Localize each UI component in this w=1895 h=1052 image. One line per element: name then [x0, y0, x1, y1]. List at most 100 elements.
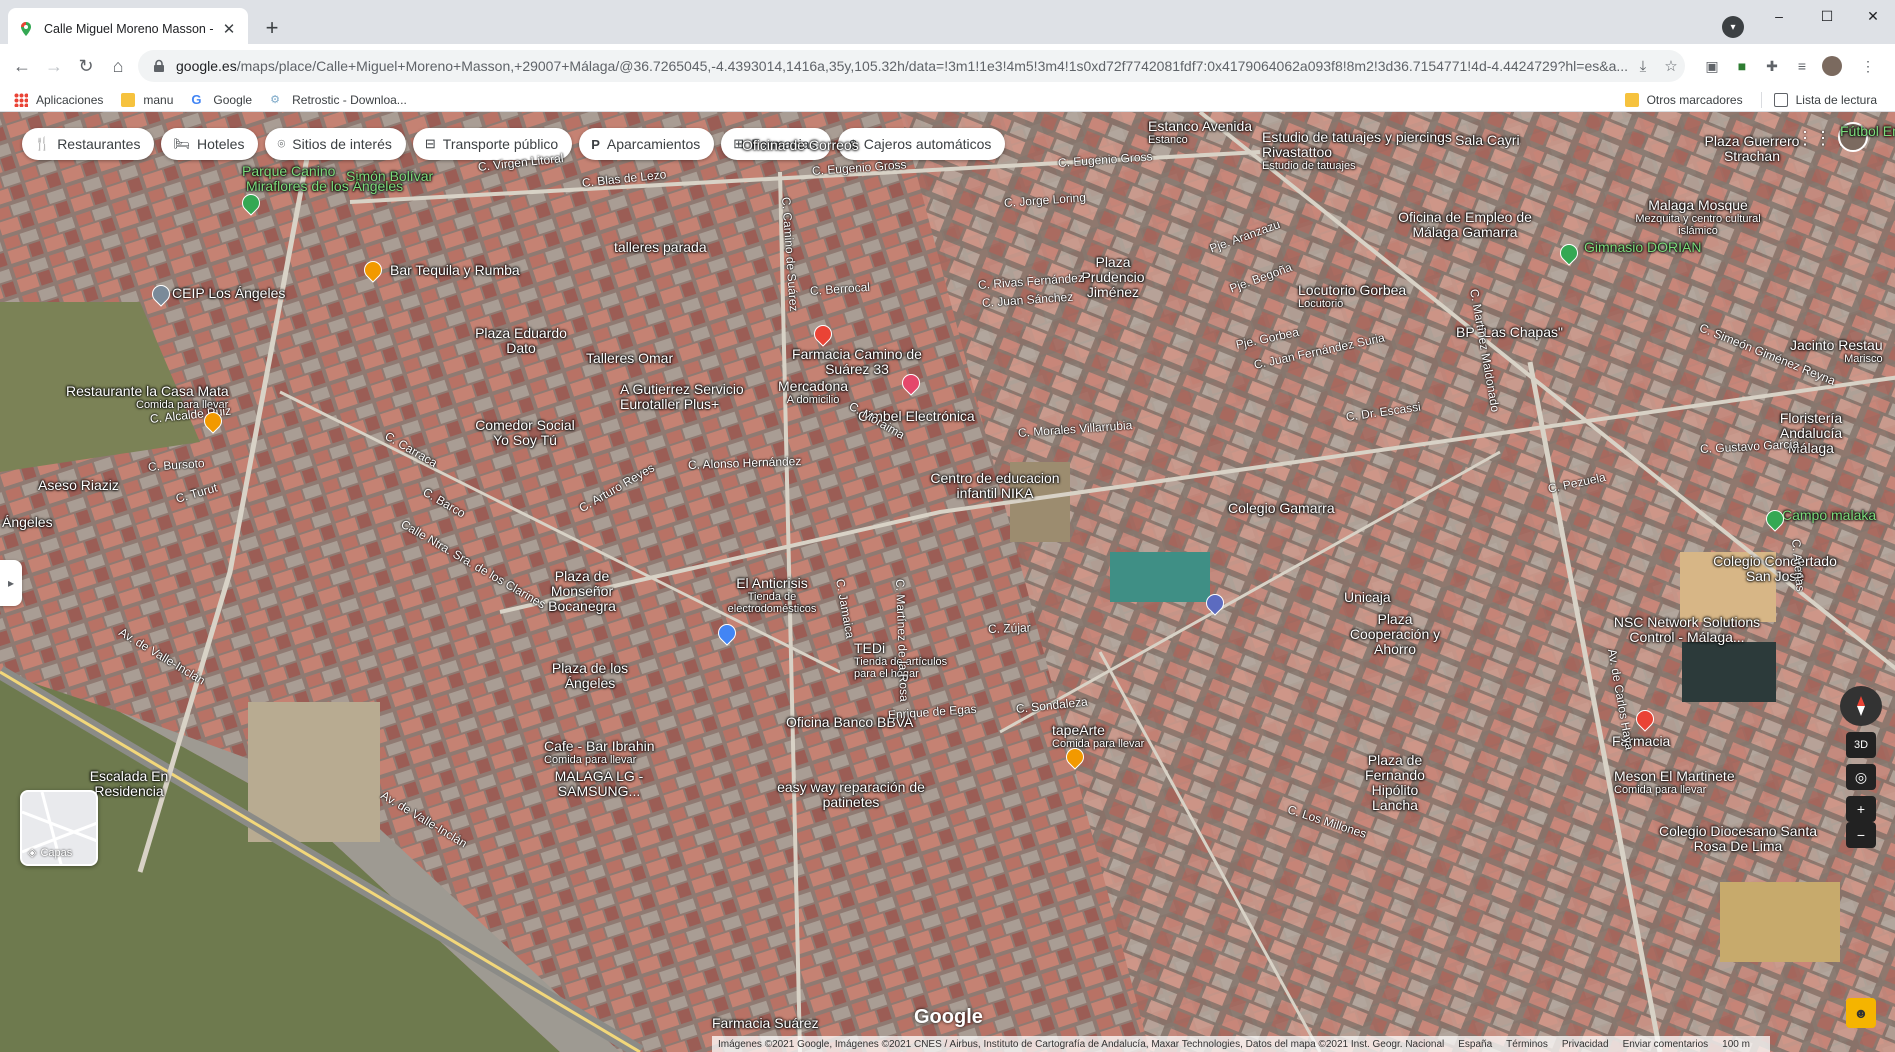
place-label[interactable]: Bar Tequila y Rumba — [390, 263, 520, 278]
place-label[interactable]: Locutorio Gorbea Locutorio — [1298, 283, 1406, 311]
apps-grid-icon — [14, 92, 28, 107]
camera-icon: ⌾ — [277, 136, 286, 151]
place-label[interactable]: Plaza de Fernando Hipólito Lancha — [1350, 753, 1440, 813]
bookmark-google[interactable]: G Google — [191, 92, 252, 107]
place-label[interactable]: Sala Cayri — [1455, 133, 1520, 148]
pegman-icon[interactable]: ☻ — [1846, 998, 1876, 1028]
google-maps-icon — [21, 22, 31, 36]
lock-icon — [154, 59, 164, 72]
my-location-icon[interactable]: ◎ — [1846, 764, 1876, 790]
place-label[interactable]: Aseso Riaziz — [38, 478, 119, 493]
home-icon[interactable]: ⌂ — [102, 50, 134, 82]
tilt-3d-button[interactable]: 3D — [1846, 732, 1876, 758]
close-window-button[interactable]: ✕ — [1850, 0, 1895, 32]
scale-bar[interactable]: 100 m — [1722, 1039, 1750, 1050]
place-label[interactable]: Meson El Martinete Comida para llevar — [1614, 769, 1735, 797]
chip-attractions[interactable]: ⌾ Sitios de interés — [265, 128, 406, 160]
tab-close-icon[interactable]: ✕ — [220, 20, 238, 38]
place-label[interactable]: Talleres Omar — [586, 351, 673, 366]
place-label[interactable]: Plaza Cooperación y Ahorro — [1340, 612, 1450, 657]
bookmarks-bar: Aplicaciones manu G Google ⚙ Retrostic -… — [0, 88, 1895, 112]
layers-toggle[interactable]: ◈ Capas — [20, 790, 98, 866]
reload-icon[interactable]: ↻ — [70, 50, 102, 82]
extension-green-icon[interactable]: ■ — [1730, 54, 1754, 78]
place-label[interactable]: Colegio Concertado San José — [1710, 554, 1840, 584]
chip-parking[interactable]: P Aparcamientos — [579, 128, 715, 160]
forward-arrow-icon[interactable]: → — [38, 50, 70, 82]
place-label[interactable]: NSC Network Solutions Control - Málaga..… — [1612, 615, 1762, 645]
bookmark-star-icon[interactable]: ☆ — [1657, 52, 1685, 80]
place-label[interactable]: MALAGA LG - SAMSUNG... — [554, 769, 644, 799]
chip-hotels[interactable]: 🛏 Hoteles — [161, 128, 259, 160]
bookmark-other[interactable]: Otros marcadores — [1624, 92, 1743, 107]
compass-needle — [1857, 696, 1865, 716]
bookmark-apps[interactable]: Aplicaciones — [14, 92, 103, 107]
place-label[interactable]: Cafe - Bar Ibrahin Comida para llevar — [544, 739, 655, 767]
place-label[interactable]: Plaza Guerrero Strachan — [1692, 134, 1812, 164]
place-label[interactable]: easy way reparación de patinetes — [776, 780, 926, 810]
terms-link[interactable]: Términos — [1506, 1039, 1548, 1050]
address-bar[interactable]: google.es/maps/place/Calle+Miguel+Moreno… — [138, 50, 1685, 82]
place-label[interactable]: Unicaja — [1344, 590, 1391, 605]
extension-icon[interactable]: ▣ — [1700, 54, 1724, 78]
place-label[interactable]: Gimnasio DORIAN — [1584, 240, 1701, 255]
feedback-link[interactable]: Enviar comentarios — [1623, 1039, 1709, 1050]
street-label: C. Zújar — [987, 620, 1031, 636]
profile-avatar-icon[interactable] — [1820, 54, 1844, 78]
reading-list-icon — [1773, 92, 1788, 107]
place-label[interactable]: Plaza Eduardo Dato — [466, 326, 576, 356]
place-label[interactable]: BP "Las Chapas" — [1456, 325, 1563, 340]
reading-list-button[interactable]: Lista de lectura — [1773, 92, 1877, 107]
place-label[interactable]: Colegio Gamarra — [1228, 501, 1335, 516]
place-label[interactable]: Fútbol Emo — [1840, 124, 1895, 139]
place-label[interactable]: talleres parada — [614, 240, 707, 255]
place-label[interactable]: Farmacia Camino de Suárez 33 — [792, 347, 922, 377]
place-label[interactable]: Estanco Avenida Estanco — [1148, 119, 1252, 147]
country-link[interactable]: España — [1458, 1039, 1492, 1050]
place-label[interactable]: Malaga Mosque Mezquita y centro cultural … — [1628, 198, 1768, 238]
minimize-button[interactable]: – — [1756, 0, 1802, 32]
place-label[interactable]: Plaza de Monseñor Bocanegra — [532, 569, 632, 614]
place-label[interactable]: CEIP Los Ángeles — [172, 286, 285, 301]
place-label[interactable]: Campo malaka — [1782, 508, 1876, 523]
place-label[interactable]: Estudio de tatuajes y piercings Rivastat… — [1262, 130, 1462, 173]
maximize-button[interactable]: ☐ — [1804, 0, 1850, 32]
collapse-panel-button[interactable]: ▸ — [0, 560, 22, 606]
place-label[interactable]: Ángeles — [2, 515, 53, 530]
place-label[interactable]: A Gutierrez Servicio Eurotaller Plus+ — [620, 382, 760, 412]
place-label[interactable]: tapeArte Comida para llevar — [1052, 723, 1144, 751]
privacy-link[interactable]: Privacidad — [1562, 1039, 1609, 1050]
place-label[interactable]: Farmacia Suárez — [712, 1016, 819, 1031]
place-label[interactable]: Colegio Diocesano Santa Rosa De Lima — [1658, 824, 1818, 854]
back-arrow-icon[interactable]: ← — [6, 50, 38, 82]
satellite-map[interactable]: 🍴 Restaurantes 🛏 Hoteles ⌾ Sitios de interé… — [0, 112, 1895, 1052]
google-logo: Google — [914, 1006, 983, 1028]
zoom-in-button[interactable]: + — [1846, 796, 1876, 822]
new-tab-button[interactable]: + — [258, 14, 286, 42]
media-control-icon[interactable]: ≡ — [1790, 54, 1814, 78]
install-app-icon[interactable]: ⤓ — [1629, 52, 1657, 80]
bookmark-manu[interactable]: manu — [121, 92, 173, 107]
place-label[interactable]: Parque Canino — [242, 164, 335, 179]
place-label[interactable]: Centro de educacion infantil NIKA — [920, 471, 1070, 501]
place-label[interactable]: Plaza de los Ángeles — [550, 661, 630, 691]
bookmark-retrostic[interactable]: ⚙ Retrostic - Downloa... — [270, 93, 407, 107]
place-label[interactable]: Miraflores de los Ángeles — [246, 179, 403, 194]
parking-icon: P — [591, 136, 600, 152]
zoom-out-button[interactable]: − — [1846, 822, 1876, 848]
place-label[interactable]: El Anticrisis Tienda de electrodomésticos — [712, 576, 832, 616]
tab-title: Calle Miguel Moreno Masson - G — [44, 22, 214, 36]
extensions-puzzle-icon[interactable]: ✚ — [1760, 54, 1784, 78]
place-label[interactable]: Mercadona A domicilio — [778, 379, 848, 407]
chip-restaurants[interactable]: 🍴 Restaurantes — [22, 128, 155, 160]
menu-kebab-icon[interactable]: ⋮ — [1856, 54, 1880, 78]
place-label[interactable]: Comedor Social Yo Soy Tú — [470, 418, 580, 448]
chip-atms[interactable]: $ Cajeros automáticos — [837, 128, 1006, 160]
browser-toolbar: ← → ↻ ⌂ google.es/maps/place/Calle+Migue… — [0, 44, 1895, 88]
folder-icon — [121, 92, 136, 107]
tab-search-icon[interactable]: ▾ — [1722, 16, 1744, 38]
compass-icon[interactable] — [1840, 686, 1882, 726]
place-label[interactable]: Oficina de Correos — [742, 138, 859, 153]
attribution-text: Imágenes ©2021 Google, Imágenes ©2021 CN… — [718, 1038, 1445, 1050]
place-label[interactable]: Oficina de Empleo de Málaga Gamarra — [1380, 210, 1550, 240]
